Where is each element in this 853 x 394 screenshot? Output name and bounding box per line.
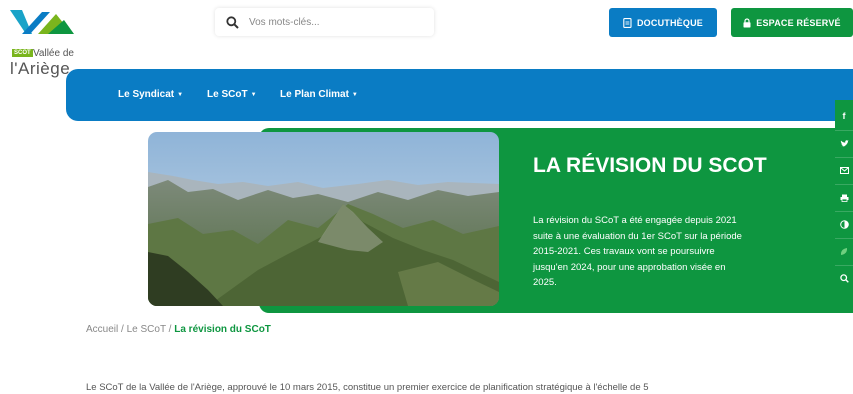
docutheque-button[interactable]: DOCUTHÈQUE	[609, 8, 717, 37]
search-icon[interactable]	[215, 15, 249, 29]
logo-text-line1: Vallée de	[33, 48, 74, 59]
contrast-icon[interactable]	[835, 211, 853, 237]
breadcrumb: Accueil / Le SCoT / La révision du SCoT	[86, 324, 271, 335]
breadcrumb-separator: /	[121, 324, 124, 335]
chevron-down-icon: ▼	[351, 91, 358, 98]
site-logo[interactable]: SCOT Vallée de l'Ariège	[6, 8, 86, 77]
logo-mark-icon	[10, 10, 74, 34]
search-icon[interactable]	[835, 265, 853, 291]
breadcrumb-home-link[interactable]: Accueil	[86, 324, 118, 335]
espace-reserve-button[interactable]: ESPACE RÉSERVÉ	[731, 8, 853, 37]
leaf-icon[interactable]	[835, 238, 853, 264]
breadcrumb-current: La révision du SCoT	[174, 324, 271, 335]
lock-icon	[743, 17, 751, 27]
nav-item-label: Le Plan Climat	[280, 89, 349, 100]
nav-item-scot[interactable]: Le SCoT ▼	[207, 89, 257, 100]
hero-title: LA RÉVISION DU SCOT	[533, 154, 767, 177]
espace-reserve-label: ESPACE RÉSERVÉ	[756, 17, 841, 28]
nav-item-syndicat[interactable]: Le Syndicat ▼	[118, 89, 183, 100]
search-input[interactable]	[249, 16, 419, 28]
breadcrumb-separator: /	[168, 324, 172, 335]
share-bar: f	[835, 100, 853, 300]
logo-badge: SCOT	[12, 49, 33, 57]
twitter-icon[interactable]	[835, 130, 853, 156]
docutheque-label: DOCUTHÈQUE	[636, 17, 703, 28]
main-nav: Le Syndicat ▼ Le SCoT ▼ Le Plan Climat ▼	[66, 69, 853, 121]
mail-icon[interactable]	[835, 157, 853, 183]
search-box	[215, 8, 434, 36]
chevron-down-icon: ▼	[250, 91, 257, 98]
document-icon	[623, 17, 632, 28]
logo-text-line2: l'Ariège	[10, 59, 71, 78]
breadcrumb-scot-link[interactable]: Le SCoT	[127, 324, 166, 335]
nav-item-label: Le SCoT	[207, 89, 248, 100]
intro-paragraph: Le SCoT de la Vallée de l'Ariège, approu…	[86, 382, 649, 393]
hero-text: La révision du SCoT a été engagée depuis…	[533, 215, 742, 288]
hero-image	[148, 132, 499, 306]
facebook-icon[interactable]: f	[835, 103, 853, 129]
chevron-down-icon: ▼	[177, 91, 184, 98]
print-icon[interactable]	[835, 184, 853, 210]
nav-item-label: Le Syndicat	[118, 89, 175, 100]
nav-item-plan-climat[interactable]: Le Plan Climat ▼	[280, 89, 358, 100]
